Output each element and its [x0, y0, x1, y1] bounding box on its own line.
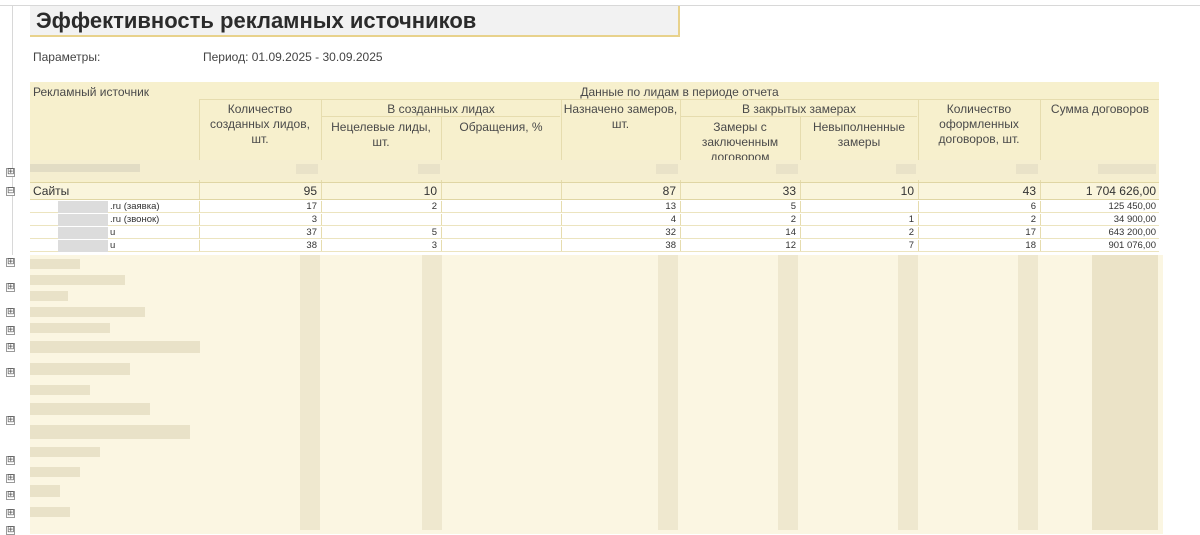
group-sum: 1 704 626,00 [1085, 184, 1156, 198]
group-row-sites[interactable]: Сайты 95 10 87 33 10 43 1 704 626,00 [30, 182, 1159, 200]
row-contracts: 17 [1025, 227, 1036, 238]
group-with-contract: 33 [782, 184, 796, 198]
group-created: 95 [303, 184, 317, 198]
row-appeals [442, 227, 560, 238]
row-with-contract: 12 [785, 240, 796, 251]
table-row[interactable]: u 37 5 32 14 2 17 643 200,00 [30, 227, 1159, 239]
row-sum: 34 900,00 [1113, 214, 1156, 225]
row-sum: 643 200,00 [1108, 227, 1156, 238]
group-appeals [442, 183, 560, 199]
header-contracts-sum: Сумма договоров [1050, 102, 1150, 116]
row-source: u [110, 227, 116, 238]
row-appeals [442, 214, 560, 225]
report-title-box: Эффективность рекламных источников [30, 6, 680, 37]
header-nontarget: Нецелевые лиды, шт. [331, 120, 431, 149]
blurred-row [30, 160, 1159, 180]
expand-icon[interactable]: ⊞ [6, 509, 15, 518]
expand-icon[interactable]: ⊞ [6, 168, 15, 177]
row-sum: 901 076,00 [1108, 240, 1156, 251]
expand-icon[interactable]: ⊞ [6, 491, 15, 500]
row-appeals [442, 240, 560, 251]
header-created-leads: Количество созданных лидов, шт. [210, 102, 310, 146]
expand-icon[interactable]: ⊞ [6, 343, 15, 352]
expand-icon[interactable]: ⊞ [6, 456, 15, 465]
row-with-contract: 5 [790, 201, 796, 212]
header-assigned-measurements: Назначено замеров, шт. [563, 102, 678, 131]
table-row[interactable]: u 38 3 38 12 7 18 901 076,00 [30, 240, 1159, 252]
row-with-contract: 14 [785, 227, 796, 238]
row-assigned: 13 [665, 201, 676, 212]
blurred-rows-area [30, 255, 1163, 534]
row-source: u [110, 240, 116, 251]
group-assigned: 87 [662, 184, 676, 198]
report-title: Эффективность рекламных источников [36, 8, 477, 33]
row-sum: 125 450,00 [1108, 201, 1156, 212]
row-contracts: 18 [1025, 240, 1036, 251]
header-appeals: Обращения, % [459, 120, 543, 134]
expand-icon[interactable]: ⊞ [6, 258, 15, 267]
row-created: 37 [306, 227, 317, 238]
row-appeals [442, 201, 560, 212]
tree-guide-line [12, 5, 13, 255]
row-unfulfilled: 1 [908, 214, 914, 225]
period-value: Период: 01.09.2025 - 30.09.2025 [203, 50, 383, 64]
expand-icon[interactable]: ⊞ [6, 326, 15, 335]
row-assigned: 32 [665, 227, 676, 238]
header-contracts-count: Количество оформленных договоров, шт. [938, 102, 1020, 146]
expand-icon[interactable]: ⊞ [6, 416, 15, 425]
row-assigned: 38 [665, 240, 676, 251]
group-contracts: 43 [1022, 184, 1036, 198]
header-in-closed-measurements: В закрытых замерах [742, 102, 856, 116]
row-assigned: 4 [670, 214, 676, 225]
table-row[interactable]: .ru (звонок) 3 4 2 1 2 34 900,00 [30, 214, 1159, 226]
row-source: .ru (звонок) [110, 214, 160, 225]
expand-icon[interactable]: ⊞ [6, 283, 15, 292]
row-with-contract: 2 [790, 214, 796, 225]
header-leads-group: Данные по лидам в периоде отчета [580, 85, 779, 99]
header-in-created-leads: В созданных лидах [387, 102, 495, 116]
row-nontarget: 3 [431, 240, 437, 251]
expand-icon[interactable]: ⊞ [6, 308, 15, 317]
row-created: 17 [306, 201, 317, 212]
params-label: Параметры: [33, 50, 101, 64]
row-nontarget: 5 [431, 227, 437, 238]
row-contracts: 2 [1030, 214, 1036, 225]
row-created: 38 [306, 240, 317, 251]
group-name: Сайты [33, 184, 70, 198]
row-contracts: 6 [1030, 201, 1036, 212]
row-nontarget: 2 [431, 201, 437, 212]
row-unfulfilled: 7 [908, 240, 914, 251]
expand-icon[interactable]: ⊞ [6, 474, 15, 483]
row-source: .ru (заявка) [110, 201, 160, 212]
expand-icon[interactable]: ⊞ [6, 368, 15, 377]
row-unfulfilled: 2 [908, 227, 914, 238]
row-nontarget [322, 214, 440, 225]
collapse-icon[interactable]: ⊟ [6, 187, 15, 196]
group-nontarget: 10 [423, 184, 437, 198]
group-unfulfilled: 10 [900, 184, 914, 198]
table-row[interactable]: .ru (заявка) 17 2 13 5 6 125 450,00 [30, 201, 1159, 213]
row-unfulfilled [801, 201, 917, 212]
header-source: Рекламный источник [33, 85, 150, 99]
header-with-contract: Замеры с заключенным договором [701, 120, 779, 164]
row-created: 3 [311, 214, 317, 225]
header-unfulfilled: Невыполненные замеры [812, 120, 906, 149]
